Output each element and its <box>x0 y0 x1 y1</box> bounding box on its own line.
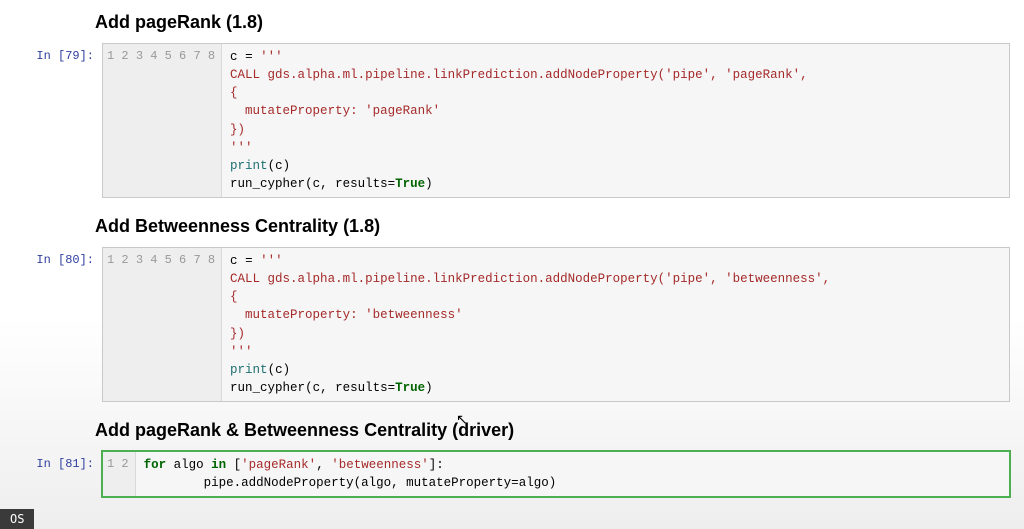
code-cell-selected[interactable]: 1 2 for algo in ['pageRank', 'betweennes… <box>102 451 1010 497</box>
cell-prompt: In [81]: <box>14 451 102 471</box>
code-content[interactable]: c = ''' CALL gds.alpha.ml.pipeline.linkP… <box>222 44 1009 197</box>
notebook-cell: In [81]: 1 2 for algo in ['pageRank', 'b… <box>14 451 1010 497</box>
section-heading-driver: Add pageRank & Betweenness Centrality (d… <box>95 420 1024 441</box>
notebook-cell: In [79]: 1 2 3 4 5 6 7 8 c = ''' CALL gd… <box>14 43 1010 198</box>
section-heading-betweenness: Add Betweenness Centrality (1.8) <box>95 216 1024 237</box>
code-cell[interactable]: 1 2 3 4 5 6 7 8 c = ''' CALL gds.alpha.m… <box>102 247 1010 402</box>
os-badge: OS <box>0 509 34 529</box>
line-number-gutter: 1 2 <box>103 452 136 496</box>
cell-prompt: In [80]: <box>14 247 102 267</box>
notebook-cell: In [80]: 1 2 3 4 5 6 7 8 c = ''' CALL gd… <box>14 247 1010 402</box>
cursor-icon: ↖ <box>456 411 468 428</box>
section-heading-pagerank: Add pageRank (1.8) <box>95 12 1024 33</box>
line-number-gutter: 1 2 3 4 5 6 7 8 <box>103 44 222 197</box>
cell-prompt: In [79]: <box>14 43 102 63</box>
line-number-gutter: 1 2 3 4 5 6 7 8 <box>103 248 222 401</box>
code-cell[interactable]: 1 2 3 4 5 6 7 8 c = ''' CALL gds.alpha.m… <box>102 43 1010 198</box>
code-content[interactable]: c = ''' CALL gds.alpha.ml.pipeline.linkP… <box>222 248 1009 401</box>
code-content[interactable]: for algo in ['pageRank', 'betweenness']:… <box>136 452 1009 496</box>
